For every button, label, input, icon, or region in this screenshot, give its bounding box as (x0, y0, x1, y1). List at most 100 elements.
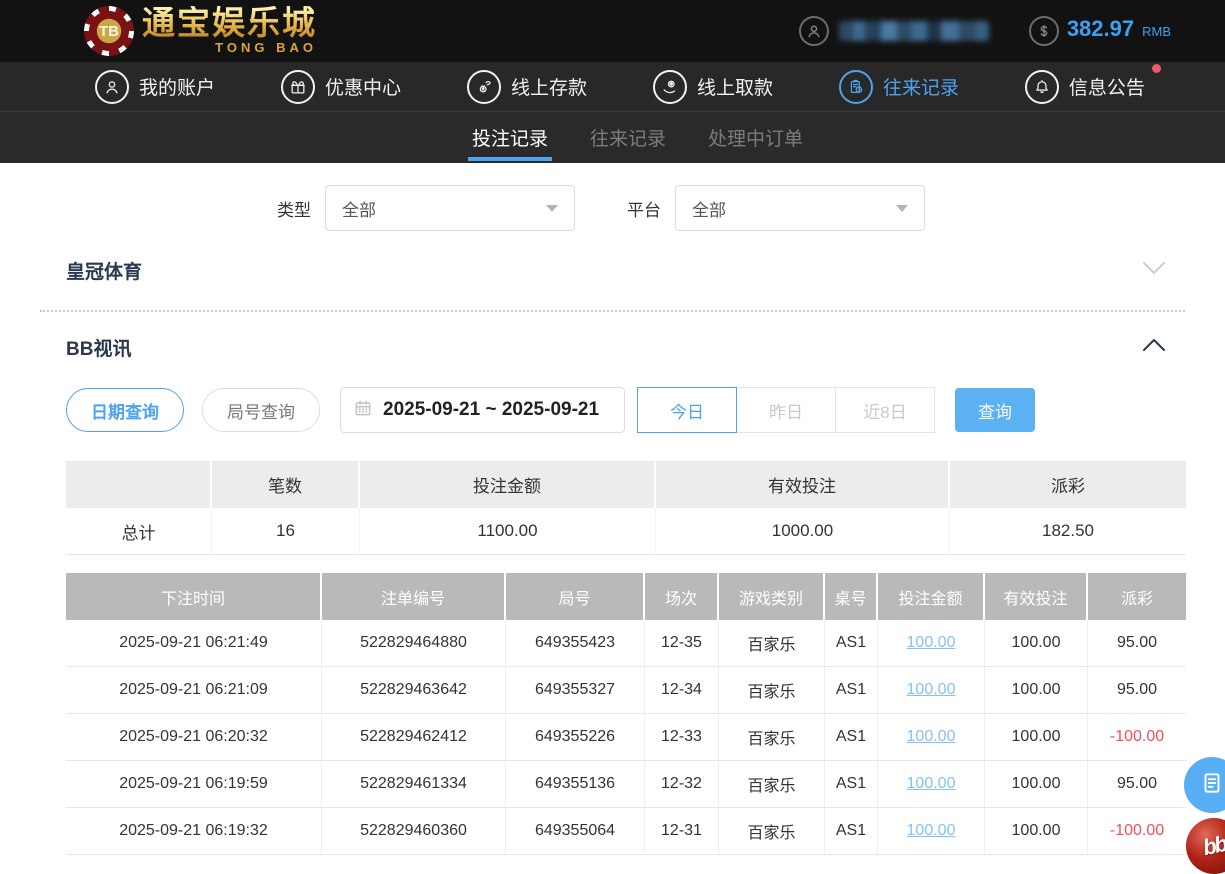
type-select[interactable]: 全部 (325, 185, 575, 231)
bet-amount-link[interactable]: 100.00 (907, 775, 956, 793)
today-button[interactable]: 今日 (637, 387, 737, 433)
brand-name-cn: 通宝娱乐城 (142, 3, 317, 42)
record-tabs: 投注记录 往来记录 处理中订单 (0, 112, 1225, 163)
platform-filter-label: 平台 (627, 200, 661, 220)
cell-game-type: 百家乐 (719, 667, 825, 714)
brand-logo[interactable]: TB 通宝娱乐城 TONG BAO (84, 6, 317, 56)
cell-round: 649355226 (506, 714, 645, 761)
nav-label: 往来记录 (882, 78, 959, 99)
chevron-down-icon (896, 204, 908, 212)
user-account[interactable] (798, 16, 989, 46)
summary-header-blank (66, 461, 212, 508)
tab-pending-orders[interactable]: 处理中订单 (706, 112, 805, 163)
notification-dot (1151, 63, 1161, 73)
tab-transaction-records[interactable]: 往来记录 (588, 112, 668, 163)
table-row: 2025-09-21 06:21:09 522829463642 6493553… (66, 667, 1186, 714)
table-row: 2025-09-21 06:21:49 522829464880 6493554… (66, 620, 1186, 667)
records-icon (838, 69, 873, 104)
form-icon (1199, 770, 1225, 801)
type-select-value: 全部 (342, 200, 376, 220)
username-blurred (838, 21, 989, 41)
cell-bet-id: 522829463642 (322, 667, 506, 714)
tab-betting-records[interactable]: 投注记录 (467, 112, 553, 163)
cell-table-no: AS1 (825, 620, 878, 667)
balance[interactable]: 382.97 RMB (1028, 16, 1171, 46)
nav-item-deposit[interactable]: 线上存款 (466, 69, 587, 104)
summary-total-label: 总计 (66, 508, 212, 555)
col-game-type: 游戏类别 (719, 573, 825, 620)
cell-bet-time: 2025-09-21 06:19:59 (66, 761, 322, 808)
bet-amount-link[interactable]: 100.00 (907, 728, 956, 746)
chevron-down-icon[interactable] (1141, 260, 1167, 281)
section-divider (40, 310, 1185, 312)
cell-round: 649355064 (506, 808, 645, 855)
col-payout: 派彩 (1088, 573, 1186, 620)
records-float-button[interactable] (1184, 757, 1225, 813)
cell-bet-time: 2025-09-21 06:21:49 (66, 620, 322, 667)
bet-amount-link[interactable]: 100.00 (907, 822, 956, 840)
chip-monogram: TB (99, 22, 119, 40)
cell-table-no: AS1 (825, 714, 878, 761)
platform-select[interactable]: 全部 (675, 185, 925, 231)
balance-currency: RMB (1142, 24, 1171, 39)
brand-name-en: TONG BAO (215, 40, 317, 55)
col-bet-id: 注单编号 (322, 573, 506, 620)
platform-filter: 平台 全部 (627, 185, 925, 231)
cell-payout: 95.00 (1088, 667, 1186, 714)
nav-item-transaction-records[interactable]: 往来记录 (838, 69, 959, 104)
casino-chip-icon: TB (84, 6, 134, 56)
nav-item-promotions[interactable]: 优惠中心 (280, 69, 401, 104)
col-table-no: 桌号 (825, 573, 878, 620)
bet-records-table: 下注时间 注单编号 局号 场次 游戏类别 桌号 投注金额 有效投注 派彩 202… (66, 573, 1186, 855)
summary-header-bet-amount: 投注金额 (360, 461, 656, 508)
summary-table: 笔数 投注金额 有效投注 派彩 总计 16 1100.00 1000.00 18… (66, 461, 1186, 555)
cell-round: 649355423 (506, 620, 645, 667)
table-header-row: 下注时间 注单编号 局号 场次 游戏类别 桌号 投注金额 有效投注 派彩 (66, 573, 1186, 620)
cell-payout: -100.00 (1088, 808, 1186, 855)
nav-item-announcements[interactable]: 信息公告 (1024, 63, 1161, 104)
cell-valid-bet: 100.00 (985, 620, 1088, 667)
cell-session: 12-34 (645, 667, 719, 714)
summary-header-count: 笔数 (212, 461, 360, 508)
section-crown-sports[interactable]: 皇冠体育 (66, 257, 1167, 284)
platform-select-value: 全部 (692, 200, 726, 220)
date-query-button[interactable]: 日期查询 (66, 388, 184, 432)
section-title: 皇冠体育 (66, 262, 143, 283)
bet-amount-link[interactable]: 100.00 (907, 681, 956, 699)
cell-payout: 95.00 (1088, 761, 1186, 808)
cell-game-type: 百家乐 (719, 761, 825, 808)
summary-header-payout: 派彩 (950, 461, 1186, 508)
withdraw-icon (652, 69, 687, 104)
chevron-up-icon[interactable] (1141, 337, 1167, 358)
nav-item-my-account[interactable]: 我的账户 (95, 69, 216, 104)
nav-item-withdraw[interactable]: 线上取款 (652, 69, 773, 104)
yesterday-button[interactable]: 昨日 (736, 387, 836, 433)
cell-game-type: 百家乐 (719, 620, 825, 667)
section-bb-video[interactable]: BB视讯 (66, 334, 1167, 361)
balance-amount: 382.97 (1066, 16, 1135, 41)
nav-label: 我的账户 (139, 78, 216, 99)
top-bar: TB 通宝娱乐城 TONG BAO 382.97 RMB (0, 0, 1225, 62)
col-round: 局号 (506, 573, 645, 620)
cell-session: 12-31 (645, 808, 719, 855)
cell-table-no: AS1 (825, 667, 878, 714)
main-nav: 我的账户 优惠中心 线上存款 线上取款 往来记录 信息公告 (0, 62, 1225, 112)
cell-game-type: 百家乐 (719, 714, 825, 761)
bb-float-button[interactable]: bb (1186, 818, 1225, 874)
brand-text: 通宝娱乐城 TONG BAO (142, 6, 317, 54)
cell-bet-time: 2025-09-21 06:20:32 (66, 714, 322, 761)
summary-total-payout: 182.50 (950, 508, 1186, 555)
user-icon (798, 16, 829, 46)
cell-valid-bet: 100.00 (985, 808, 1088, 855)
nav-label: 优惠中心 (324, 78, 401, 99)
cell-bet-time: 2025-09-21 06:19:32 (66, 808, 322, 855)
last-8-days-button[interactable]: 近8日 (835, 387, 935, 433)
date-range-picker[interactable]: 2025-09-21 ~ 2025-09-21 (340, 387, 625, 433)
cell-table-no: AS1 (825, 761, 878, 808)
chevron-down-icon (546, 204, 558, 212)
summary-total-count: 16 (212, 508, 360, 555)
type-filter: 类型 全部 (277, 185, 575, 231)
bet-amount-link[interactable]: 100.00 (907, 634, 956, 652)
search-button[interactable]: 查询 (955, 388, 1035, 432)
round-query-button[interactable]: 局号查询 (202, 388, 320, 432)
